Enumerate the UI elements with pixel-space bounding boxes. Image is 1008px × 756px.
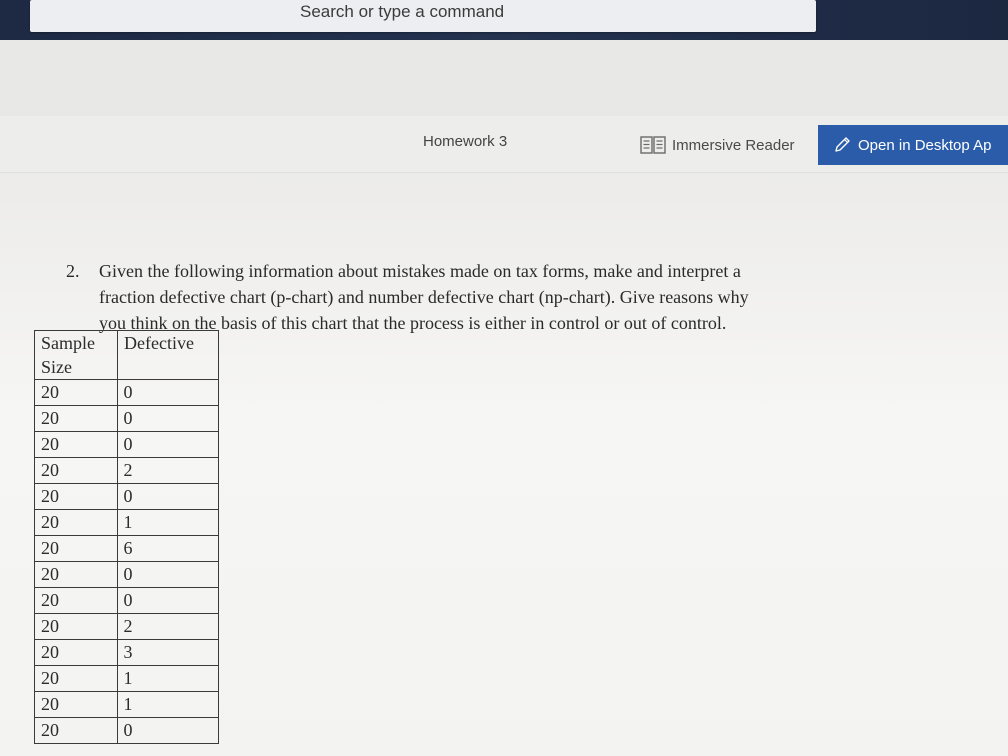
cell-defective: 0 bbox=[117, 587, 219, 614]
cell-defective: 2 bbox=[117, 613, 219, 640]
cell-sample-size: 20 bbox=[34, 717, 118, 744]
cell-defective: 2 bbox=[117, 457, 219, 484]
table-row: 20 0 bbox=[34, 379, 219, 406]
cell-defective: 1 bbox=[117, 691, 219, 718]
immersive-reader-button[interactable]: Immersive Reader bbox=[640, 134, 795, 156]
table-row: 20 2 bbox=[34, 457, 219, 484]
table-row: 20 0 bbox=[34, 431, 219, 458]
question-text: Given the following information about mi… bbox=[99, 258, 889, 336]
cell-defective: 0 bbox=[117, 483, 219, 510]
cell-sample-size: 20 bbox=[34, 639, 118, 666]
open-in-desktop-button[interactable]: Open in Desktop Ap bbox=[818, 125, 1008, 165]
cell-defective: 0 bbox=[117, 405, 219, 432]
header-defective: Defective bbox=[117, 330, 219, 380]
cell-sample-size: 20 bbox=[34, 509, 118, 536]
cell-sample-size: 20 bbox=[34, 561, 118, 588]
question-line: fraction defective chart (p-chart) and n… bbox=[99, 287, 749, 307]
table-row: 20 3 bbox=[34, 639, 219, 666]
cell-defective: 1 bbox=[117, 665, 219, 692]
cell-defective: 0 bbox=[117, 717, 219, 744]
pencil-icon bbox=[835, 137, 850, 152]
cell-defective: 3 bbox=[117, 639, 219, 666]
immersive-reader-label: Immersive Reader bbox=[672, 136, 795, 154]
header-sample-size: Sample Size bbox=[34, 330, 118, 380]
table-row: 20 1 bbox=[34, 665, 219, 692]
top-bar: Search or type a command bbox=[0, 0, 1008, 40]
cell-sample-size: 20 bbox=[34, 613, 118, 640]
ribbon-area bbox=[0, 40, 1008, 116]
cell-defective: 1 bbox=[117, 509, 219, 536]
table-row: 20 2 bbox=[34, 613, 219, 640]
table-row: 20 1 bbox=[34, 691, 219, 718]
defects-table: Sample Size Defective 20 0 20 0 20 0 20 2 20… bbox=[34, 330, 219, 744]
cell-defective: 0 bbox=[117, 379, 219, 406]
cell-sample-size: 20 bbox=[34, 691, 118, 718]
search-box[interactable]: Search or type a command bbox=[30, 0, 816, 32]
cell-sample-size: 20 bbox=[34, 587, 118, 614]
table-header-row: Sample Size Defective bbox=[34, 330, 219, 380]
immersive-reader-icon bbox=[640, 136, 666, 154]
table-row: 20 1 bbox=[34, 509, 219, 536]
cell-sample-size: 20 bbox=[34, 535, 118, 562]
cell-defective: 0 bbox=[117, 431, 219, 458]
table-row: 20 0 bbox=[34, 717, 219, 744]
cell-defective: 0 bbox=[117, 561, 219, 588]
cell-sample-size: 20 bbox=[34, 379, 118, 406]
question-line: Given the following information about mi… bbox=[99, 261, 741, 281]
cell-sample-size: 20 bbox=[34, 431, 118, 458]
document-title[interactable]: Homework 3 bbox=[423, 133, 507, 150]
cell-sample-size: 20 bbox=[34, 405, 118, 432]
table-row: 20 0 bbox=[34, 587, 219, 614]
cell-defective: 6 bbox=[117, 535, 219, 562]
cell-sample-size: 20 bbox=[34, 483, 118, 510]
table-row: 20 0 bbox=[34, 561, 219, 588]
open-in-desktop-label: Open in Desktop Ap bbox=[858, 136, 992, 154]
word-online-page: Search or type a command Homework 3 Imme… bbox=[0, 0, 1008, 756]
table-row: 20 0 bbox=[34, 483, 219, 510]
question-number: 2. bbox=[66, 261, 80, 281]
cell-sample-size: 20 bbox=[34, 665, 118, 692]
cell-sample-size: 20 bbox=[34, 457, 118, 484]
search-input[interactable]: Search or type a command bbox=[300, 0, 504, 24]
table-row: 20 6 bbox=[34, 535, 219, 562]
table-row: 20 0 bbox=[34, 405, 219, 432]
